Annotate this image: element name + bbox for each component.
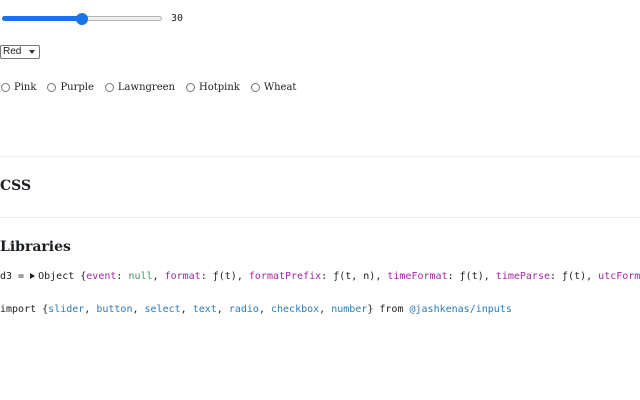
import-names: slider, button, select, text, radio, che… (48, 304, 368, 315)
import-name-number: number (331, 304, 368, 315)
import-name-button: button (96, 304, 133, 315)
import-statement: import {slider, button, select, text, ra… (0, 303, 512, 317)
d3-object-inspector[interactable]: d3 = Object {event: null, format: ƒ(t), … (0, 270, 640, 284)
object-field-separator: : (200, 271, 213, 282)
radio-label: Pink (14, 81, 37, 93)
object-field-key: formatPrefix (248, 271, 322, 282)
object-field-value: ƒ(t) (562, 271, 587, 282)
radio-option-hotpink[interactable]: Hotpink (185, 82, 240, 93)
radio-button[interactable] (250, 82, 260, 92)
import-name-select: select (144, 304, 181, 315)
radio-option-lawngreen[interactable]: Lawngreen (104, 82, 175, 93)
color-select[interactable]: Red (0, 45, 40, 59)
select-selected-value: Red (3, 46, 22, 57)
radio-button[interactable] (104, 82, 114, 92)
import-name-slider: slider (48, 304, 85, 315)
object-field-key: timeParse (495, 271, 550, 282)
radio-option-wheat[interactable]: Wheat (250, 81, 297, 93)
object-fields: event: null, format: ƒ(t), formatPrefix:… (86, 271, 640, 282)
import-name-radio: radio (228, 304, 259, 315)
object-field-key: utcFormat (598, 271, 640, 282)
import-module-link[interactable]: @jashkenas/inputs (409, 304, 511, 315)
triangle-right-icon[interactable] (30, 272, 36, 279)
cell-divider (0, 156, 640, 157)
import-keyword: import (0, 304, 37, 315)
radio-button[interactable] (185, 82, 195, 92)
d3-variable-prefix: d3 = (0, 271, 31, 282)
radio-button[interactable] (47, 82, 57, 92)
cell-divider (0, 217, 640, 218)
section-heading-libraries: Libraries (0, 239, 71, 255)
object-field-separator: : (321, 271, 334, 282)
from-keyword: from (373, 304, 410, 315)
object-field-key: format (164, 271, 201, 282)
object-field-value: null (128, 271, 153, 282)
object-field-key: event (86, 271, 117, 282)
notebook-page: 30 Red Pink Purple Lawngreen Hotpink Wheat C… (0, 0, 640, 400)
color-radio-group: Pink Purple Lawngreen Hotpink Wheat (0, 80, 306, 94)
slider-thumb[interactable] (76, 13, 88, 25)
object-label: Object { (38, 271, 87, 282)
slider-control: 30 (0, 11, 183, 27)
slider-value-output: 30 (171, 13, 184, 24)
radio-option-pink[interactable]: Pink (0, 82, 36, 93)
object-field-key: timeFormat (387, 271, 448, 282)
object-field-value: ƒ(t) (459, 271, 484, 282)
radio-option-purple[interactable]: Purple (46, 81, 94, 93)
radio-label: Hotpink (198, 81, 240, 93)
object-field-separator: : (116, 271, 129, 282)
chevron-down-icon (29, 50, 35, 54)
object-field-separator: : (549, 271, 563, 282)
import-name-checkbox: checkbox (270, 304, 320, 315)
radio-label: Lawngreen (117, 81, 175, 93)
object-field-value: ƒ(t, n) (333, 271, 376, 282)
range-slider[interactable] (2, 11, 162, 27)
object-field-value: ƒ(t) (212, 271, 237, 282)
radio-label: Purple (60, 81, 94, 93)
object-field-separator: : (447, 271, 460, 282)
slider-fill (2, 16, 82, 21)
import-open-brace: { (36, 304, 49, 315)
radio-label: Wheat (263, 81, 297, 93)
radio-button[interactable] (1, 82, 10, 92)
import-name-text: text (192, 304, 217, 315)
section-heading-css: CSS (0, 178, 32, 194)
